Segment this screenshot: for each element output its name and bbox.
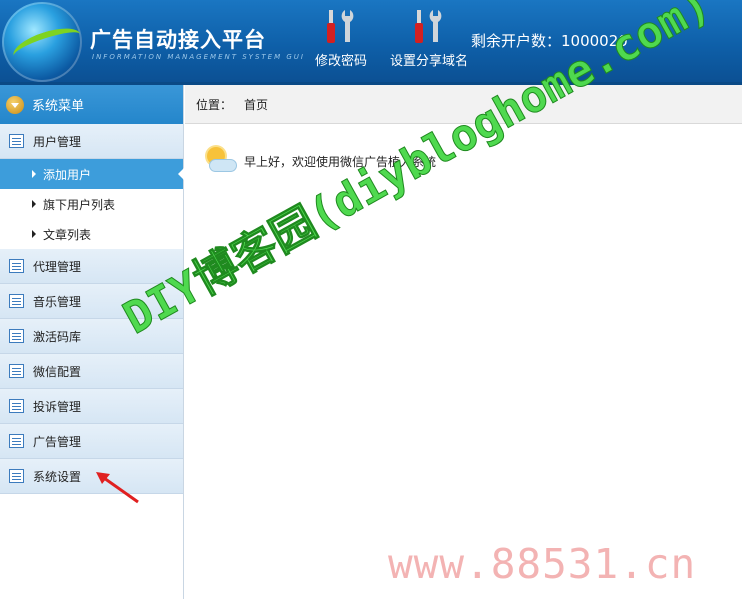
watermark-url: www.88531.cn bbox=[388, 540, 697, 588]
set-share-domain-button[interactable]: 设置分享域名 bbox=[384, 8, 474, 69]
group-label: 音乐管理 bbox=[33, 294, 82, 309]
breadcrumb-current[interactable]: 首页 bbox=[244, 96, 268, 113]
user-management-submenu: 添加用户 旗下用户列表 文章列表 bbox=[0, 159, 184, 249]
list-icon bbox=[9, 134, 24, 148]
list-icon bbox=[9, 399, 24, 413]
tools-icon bbox=[415, 10, 442, 43]
sidebar-item-sub-user-list[interactable]: 旗下用户列表 bbox=[0, 189, 183, 219]
item-label: 添加用户 bbox=[43, 167, 92, 182]
group-label: 代理管理 bbox=[33, 259, 82, 274]
group-label: 系统设置 bbox=[33, 469, 82, 484]
group-label: 激活码库 bbox=[33, 329, 82, 344]
app-subtitle: INFORMATION MANAGEMENT SYSTEM GUI bbox=[92, 53, 305, 61]
tools-icon bbox=[327, 10, 354, 43]
sidebar: 系统菜单 用户管理 添加用户 旗下用户列表 文章列表 代理管理 音乐管理 激活码… bbox=[0, 85, 184, 599]
group-label: 微信配置 bbox=[33, 364, 82, 379]
sidebar-header[interactable]: 系统菜单 bbox=[0, 85, 183, 124]
app-root: 广告自动接入平台 INFORMATION MANAGEMENT SYSTEM G… bbox=[0, 0, 742, 599]
group-label: 用户管理 bbox=[33, 134, 82, 149]
caret-right-icon bbox=[32, 170, 36, 178]
list-icon bbox=[9, 469, 24, 483]
caret-right-icon bbox=[32, 230, 36, 238]
sidebar-item-article-list[interactable]: 文章列表 bbox=[0, 219, 183, 249]
list-icon bbox=[9, 294, 24, 308]
set-share-domain-label: 设置分享域名 bbox=[389, 54, 468, 69]
weather-icon bbox=[203, 147, 239, 175]
red-arrow-icon bbox=[96, 472, 139, 504]
change-password-button[interactable]: 修改密码 bbox=[306, 8, 376, 69]
chevron-down-icon bbox=[6, 95, 24, 114]
sidebar-title: 系统菜单 bbox=[32, 99, 85, 114]
item-label: 文章列表 bbox=[43, 227, 92, 242]
group-label: 广告管理 bbox=[33, 434, 82, 449]
item-label: 旗下用户列表 bbox=[43, 197, 116, 212]
list-icon bbox=[9, 259, 24, 273]
sidebar-group-wechat-config[interactable]: 微信配置 bbox=[0, 354, 183, 389]
sidebar-group-complaints[interactable]: 投诉管理 bbox=[0, 389, 183, 424]
list-icon bbox=[9, 434, 24, 448]
list-icon bbox=[9, 364, 24, 378]
breadcrumb-prefix: 位置： bbox=[196, 97, 233, 112]
list-icon bbox=[9, 329, 24, 343]
app-title: 广告自动接入平台 bbox=[90, 28, 266, 52]
caret-right-icon bbox=[32, 200, 36, 208]
sidebar-group-user-management[interactable]: 用户管理 bbox=[0, 124, 183, 159]
change-password-label: 修改密码 bbox=[314, 54, 367, 69]
logo-globe-icon bbox=[2, 2, 82, 82]
group-label: 投诉管理 bbox=[33, 399, 82, 414]
sidebar-group-ad-management[interactable]: 广告管理 bbox=[0, 424, 183, 459]
sidebar-item-add-user[interactable]: 添加用户 bbox=[0, 159, 184, 189]
